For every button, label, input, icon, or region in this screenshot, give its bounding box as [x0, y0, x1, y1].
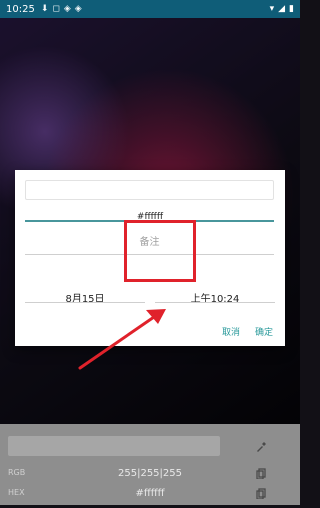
status-right: ▾ ◢ ▮ [270, 4, 294, 14]
status-bar: 10:25 ⬇ ◻ ◈ ◈ ▾ ◢ ▮ [0, 0, 300, 18]
copy-icon-2[interactable] [255, 487, 267, 499]
shield-icon-2: ◈ [74, 4, 82, 14]
date-underline [25, 302, 145, 303]
copy-icon[interactable] [255, 467, 267, 479]
dialog-input-top[interactable] [25, 180, 274, 200]
time-underline [155, 302, 275, 303]
eyedropper-icon[interactable] [255, 441, 267, 453]
download-icon: ⬇ [40, 4, 49, 14]
shield-icon: ◈ [63, 4, 71, 14]
signal-icon: ◢ [278, 4, 286, 14]
notification-icon: ◻ [52, 4, 60, 14]
highlight-box [124, 220, 196, 282]
confirm-button[interactable]: 确定 [255, 325, 273, 338]
status-time: 10:25 [6, 3, 35, 15]
bottom-input[interactable] [8, 436, 220, 456]
battery-icon: ▮ [289, 4, 294, 14]
wifi-icon: ▾ [269, 4, 275, 14]
bottom-panel: RGB 255|255|255 HEX #ffffff [0, 424, 300, 505]
cancel-button[interactable]: 取消 [222, 325, 240, 338]
